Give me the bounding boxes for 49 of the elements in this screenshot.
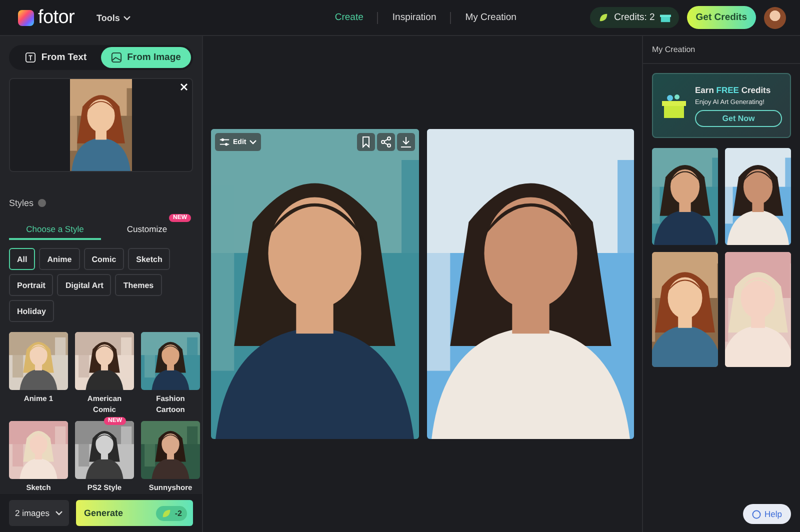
logo-text[interactable]: fotor: [38, 6, 75, 28]
category-chip[interactable]: Comic: [84, 248, 124, 270]
image-icon: [111, 52, 122, 63]
caret-icon: [122, 14, 131, 20]
text-icon: [25, 52, 36, 63]
section-title: Styles: [9, 198, 34, 208]
caret-icon: [55, 510, 63, 516]
style-tab[interactable]: Choose a Style: [9, 220, 101, 240]
leaf-icon: [160, 508, 172, 518]
category-chip[interactable]: Sketch: [128, 248, 170, 270]
download-button[interactable]: [396, 133, 414, 151]
category-chip[interactable]: Portrait: [9, 274, 54, 296]
tools-menu[interactable]: Tools: [96, 12, 131, 22]
category-chip[interactable]: Themes: [115, 274, 162, 296]
generate-button[interactable]: Generate -2: [76, 500, 193, 526]
mode-tab[interactable]: From Image: [101, 47, 191, 68]
close-icon[interactable]: [180, 83, 188, 91]
bookmark-icon: [360, 136, 372, 148]
promo-title: Earn FREE Credits: [695, 84, 772, 94]
category-chip[interactable]: Anime: [39, 248, 80, 270]
bookmark-button[interactable]: [356, 133, 374, 151]
category-chip[interactable]: Holiday: [9, 300, 54, 322]
download-icon: [400, 136, 412, 148]
style-tab[interactable]: Customize: [101, 220, 193, 240]
logo-icon: [18, 10, 34, 26]
leaf-icon: [598, 12, 610, 23]
upload-area[interactable]: [9, 78, 193, 172]
gift-icon: [660, 12, 671, 23]
gift-icon: [661, 92, 687, 118]
help-button[interactable]: Help: [742, 504, 791, 524]
help-icon: [752, 510, 761, 518]
caret-icon: [249, 139, 258, 145]
nav-link[interactable]: Inspiration: [378, 12, 450, 23]
nav-link[interactable]: My Creation: [451, 12, 530, 23]
get-now-button[interactable]: Get Now: [695, 110, 782, 126]
share-button[interactable]: [376, 133, 394, 151]
mode-tab[interactable]: From Text: [11, 47, 101, 68]
category-chip[interactable]: All: [9, 248, 36, 270]
sliders-icon: [219, 136, 230, 148]
info-icon[interactable]: [38, 199, 46, 207]
get-credits-button[interactable]: Get Credits: [686, 6, 756, 29]
category-chip[interactable]: Digital Art: [57, 274, 112, 296]
cost-badge: -2: [156, 506, 187, 520]
image-count-dropdown[interactable]: 2 images: [9, 500, 69, 526]
avatar[interactable]: [764, 6, 786, 28]
credits-badge[interactable]: Credits: 2: [590, 7, 679, 28]
panel-title: My Creation: [643, 36, 800, 64]
share-icon: [380, 136, 392, 148]
nav-link[interactable]: Create: [320, 12, 378, 23]
